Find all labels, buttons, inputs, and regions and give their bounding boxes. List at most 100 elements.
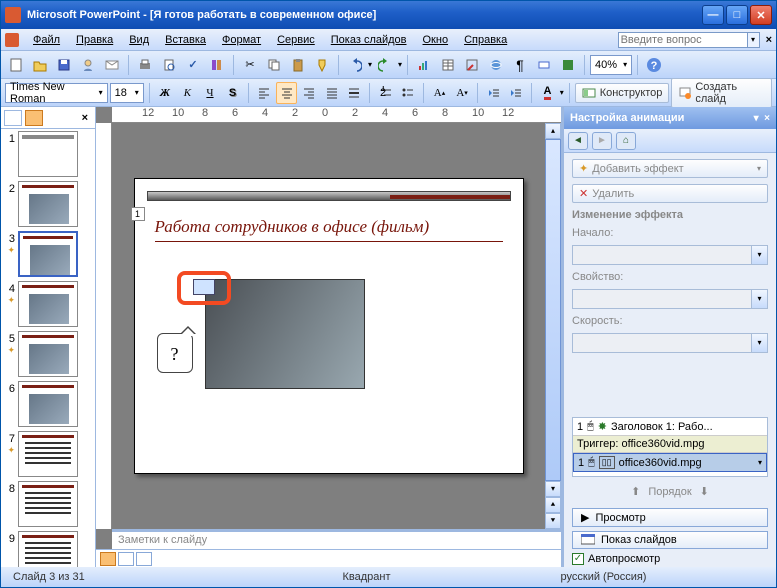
format-painter-button[interactable]	[311, 54, 333, 76]
preview-button[interactable]: ▶ Просмотр	[572, 508, 768, 527]
bullets-button[interactable]	[398, 82, 419, 104]
slides-tab[interactable]	[25, 110, 43, 126]
insert-table-button[interactable]	[437, 54, 459, 76]
animation-item-2[interactable]: 1 🖱 ▯▯ office360vid.mpg ▾	[573, 453, 767, 472]
increase-indent-button[interactable]	[506, 82, 527, 104]
move-down-button[interactable]: ⬇	[700, 485, 709, 498]
thumbnail-2[interactable]	[18, 181, 78, 227]
numbering-button[interactable]: 12	[375, 82, 396, 104]
animation-item-1[interactable]: 1 🖱 ✸ Заголовок 1: Рабо...	[573, 418, 767, 435]
remove-effect-button[interactable]: ✕ Удалить	[572, 184, 768, 203]
spelling-button[interactable]: ✓	[182, 54, 204, 76]
menu-help[interactable]: Справка	[458, 33, 513, 47]
zoom-combo[interactable]: 40%▾	[590, 55, 632, 75]
underline-button[interactable]: Ч	[200, 82, 221, 104]
thumbnail-6[interactable]	[18, 381, 78, 427]
maximize-button[interactable]: □	[726, 5, 748, 25]
font-color-button[interactable]: A	[537, 82, 558, 104]
expand-all-button[interactable]: ¶	[509, 54, 531, 76]
decrease-indent-button[interactable]	[483, 82, 504, 104]
menu-insert[interactable]: Вставка	[159, 33, 212, 47]
align-left-button[interactable]	[254, 82, 275, 104]
vertical-scrollbar[interactable]: ▴ ▾ ⯅ ⯆	[545, 123, 561, 529]
taskpane-menu-icon[interactable]: ▾ ×	[754, 113, 770, 124]
menu-file[interactable]: Файл	[27, 33, 66, 47]
help-search-input[interactable]	[618, 32, 748, 48]
thumbnail-5[interactable]	[18, 331, 78, 377]
slide-animation-tag[interactable]: 1	[131, 207, 145, 221]
align-justify-button[interactable]	[321, 82, 342, 104]
align-center-button[interactable]	[276, 82, 297, 104]
thumbnail-7[interactable]	[18, 431, 78, 477]
thumbnail-1[interactable]	[18, 131, 78, 177]
notes-pane[interactable]: Заметки к слайду	[112, 529, 561, 549]
increase-font-button[interactable]: A▴	[429, 82, 450, 104]
tables-borders-button[interactable]	[461, 54, 483, 76]
font-size-combo[interactable]: 18▾	[110, 83, 144, 103]
close-button[interactable]: ✕	[750, 5, 772, 25]
new-button[interactable]	[5, 54, 27, 76]
align-right-button[interactable]	[299, 82, 320, 104]
outline-tab[interactable]	[4, 110, 22, 126]
undo-dropdown-icon[interactable]: ▾	[368, 60, 372, 69]
print-button[interactable]	[134, 54, 156, 76]
cut-button[interactable]: ✂	[239, 54, 261, 76]
nav-home-button[interactable]: ⌂	[616, 132, 636, 150]
thumbnail-3[interactable]	[18, 231, 78, 277]
thumbnail-8[interactable]	[18, 481, 78, 527]
animation-list[interactable]: 1 🖱 ✸ Заголовок 1: Рабо... Триггер: offi…	[572, 417, 768, 477]
font-name-combo[interactable]: Times New Roman▾	[5, 83, 108, 103]
paste-button[interactable]	[287, 54, 309, 76]
distributed-button[interactable]	[344, 82, 365, 104]
permission-button[interactable]	[77, 54, 99, 76]
status-language[interactable]: русский (Россия)	[487, 571, 720, 583]
thumbnail-close-button[interactable]: ×	[78, 112, 92, 124]
menu-view[interactable]: Вид	[123, 33, 155, 47]
normal-view-button[interactable]	[100, 552, 116, 566]
start-dropdown[interactable]: ▾	[572, 245, 768, 265]
autopreview-checkbox[interactable]: ✓ Автопросмотр	[564, 551, 776, 567]
item-dropdown-icon[interactable]: ▾	[758, 458, 762, 467]
open-button[interactable]	[29, 54, 51, 76]
save-button[interactable]	[53, 54, 75, 76]
menubar-close-icon[interactable]: ×	[766, 34, 772, 46]
move-up-button[interactable]: ⬆	[631, 485, 640, 498]
redo-button[interactable]	[374, 54, 396, 76]
scroll-up-button[interactable]: ▴	[545, 123, 561, 139]
insert-chart-button[interactable]	[413, 54, 435, 76]
slide-canvas[interactable]: 1 Работа сотрудников в офисе (фильм) ?	[112, 123, 545, 529]
decrease-font-button[interactable]: A▾	[452, 82, 473, 104]
property-dropdown[interactable]: ▾	[572, 289, 768, 309]
help-dropdown-icon[interactable]: ▾	[748, 32, 760, 48]
print-preview-button[interactable]	[158, 54, 180, 76]
design-button[interactable]: Конструктор	[575, 83, 670, 103]
bold-button[interactable]: Ж	[155, 82, 176, 104]
minimize-button[interactable]: ―	[702, 5, 724, 25]
help-button[interactable]: ?	[643, 54, 665, 76]
sorter-view-button[interactable]	[118, 552, 134, 566]
research-button[interactable]	[206, 54, 228, 76]
new-slide-button[interactable]: Создать слайд	[671, 78, 772, 108]
undo-button[interactable]	[344, 54, 366, 76]
slide-title-text[interactable]: Работа сотрудников в офисе (фильм)	[155, 217, 503, 242]
color-button[interactable]	[557, 54, 579, 76]
insert-hyperlink-button[interactable]	[485, 54, 507, 76]
nav-forward-button[interactable]: ►	[592, 132, 612, 150]
slideshow-view-button[interactable]	[136, 552, 152, 566]
nav-back-button[interactable]: ◄	[568, 132, 588, 150]
next-slide-button[interactable]: ⯆	[545, 513, 561, 529]
menu-service[interactable]: Сервис	[271, 33, 321, 47]
italic-button[interactable]: К	[177, 82, 198, 104]
copy-button[interactable]	[263, 54, 285, 76]
menu-format[interactable]: Формат	[216, 33, 267, 47]
menu-slideshow[interactable]: Показ слайдов	[325, 33, 413, 47]
show-grid-button[interactable]	[533, 54, 555, 76]
menu-edit[interactable]: Правка	[70, 33, 119, 47]
menu-window[interactable]: Окно	[417, 33, 455, 47]
thumbnail-4[interactable]	[18, 281, 78, 327]
media-control-icon[interactable]	[193, 279, 215, 295]
thumbnail-9[interactable]	[18, 531, 78, 567]
app-menu-icon[interactable]	[5, 33, 19, 47]
email-button[interactable]	[101, 54, 123, 76]
scroll-down-button[interactable]: ▾	[545, 481, 561, 497]
